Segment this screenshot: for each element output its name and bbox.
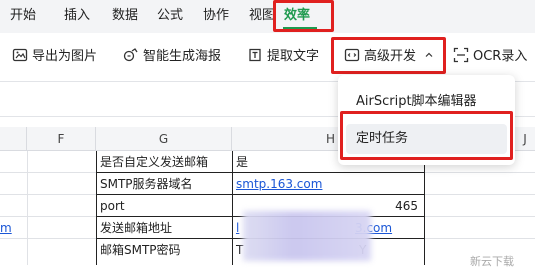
image-export-icon — [12, 48, 28, 62]
highlight-advanced-dev — [331, 37, 446, 74]
gridline — [0, 172, 96, 173]
partial-link-cell[interactable]: m — [0, 218, 27, 239]
gridline — [424, 238, 535, 239]
tab-collaborate[interactable]: 协作 — [203, 0, 229, 31]
gridline-vertical — [27, 151, 28, 265]
table-row-label[interactable]: 是否自定义发送邮箱 — [97, 152, 231, 173]
extract-text-icon — [249, 48, 261, 62]
table-border — [424, 151, 425, 265]
tab-insert[interactable]: 插入 — [64, 0, 90, 31]
gridline — [424, 194, 535, 195]
column-header-f[interactable]: F — [27, 127, 96, 151]
blurred-redaction — [243, 211, 371, 261]
poster-icon — [123, 48, 138, 62]
extract-text-label: 提取文字 — [267, 49, 320, 64]
extract-text-button[interactable]: 提取文字 — [247, 45, 319, 69]
table-row-label[interactable]: 发送邮箱地址 — [97, 218, 231, 239]
export-image-button[interactable]: 导出为图片 — [12, 45, 97, 69]
table-row-value-link[interactable]: smtp.163.com — [233, 174, 423, 195]
gridline — [0, 216, 96, 217]
watermark-text: 新云下载 — [470, 255, 514, 268]
table-row-value-link-start[interactable]: l — [233, 218, 243, 239]
gridline — [424, 216, 535, 217]
gridline — [424, 172, 535, 173]
tab-home[interactable]: 开始 — [10, 0, 36, 31]
table-row-label[interactable]: port — [97, 196, 231, 217]
ocr-input-label: OCR录入 — [473, 49, 528, 64]
scan-icon — [453, 47, 469, 63]
highlight-efficiency-tab — [273, 0, 334, 32]
table-row-label[interactable]: 邮箱SMTP密码 — [97, 240, 231, 261]
tab-data[interactable]: 数据 — [112, 0, 138, 31]
gridline — [0, 194, 96, 195]
highlight-scheduled-task — [340, 111, 513, 160]
column-header-left[interactable] — [0, 127, 27, 151]
tab-formula[interactable]: 公式 — [157, 0, 183, 31]
table-row-label[interactable]: SMTP服务器域名 — [97, 174, 231, 195]
tab-view[interactable]: 视图 — [249, 0, 275, 31]
ribbon-tab-bar: 开始 插入 数据 公式 协作 视图 效率 — [0, 0, 535, 33]
ocr-input-button[interactable]: OCR录入 — [453, 45, 527, 69]
column-header-j[interactable]: J — [515, 127, 535, 151]
column-header-g[interactable]: G — [96, 127, 232, 151]
smart-poster-label: 智能生成海报 — [143, 49, 222, 64]
efficiency-toolbar: 导出为图片 智能生成海报 提取文字 高级开发 OCR录入 — [0, 33, 535, 81]
smart-poster-button[interactable]: 智能生成海报 — [123, 45, 221, 69]
export-image-label: 导出为图片 — [32, 49, 98, 64]
